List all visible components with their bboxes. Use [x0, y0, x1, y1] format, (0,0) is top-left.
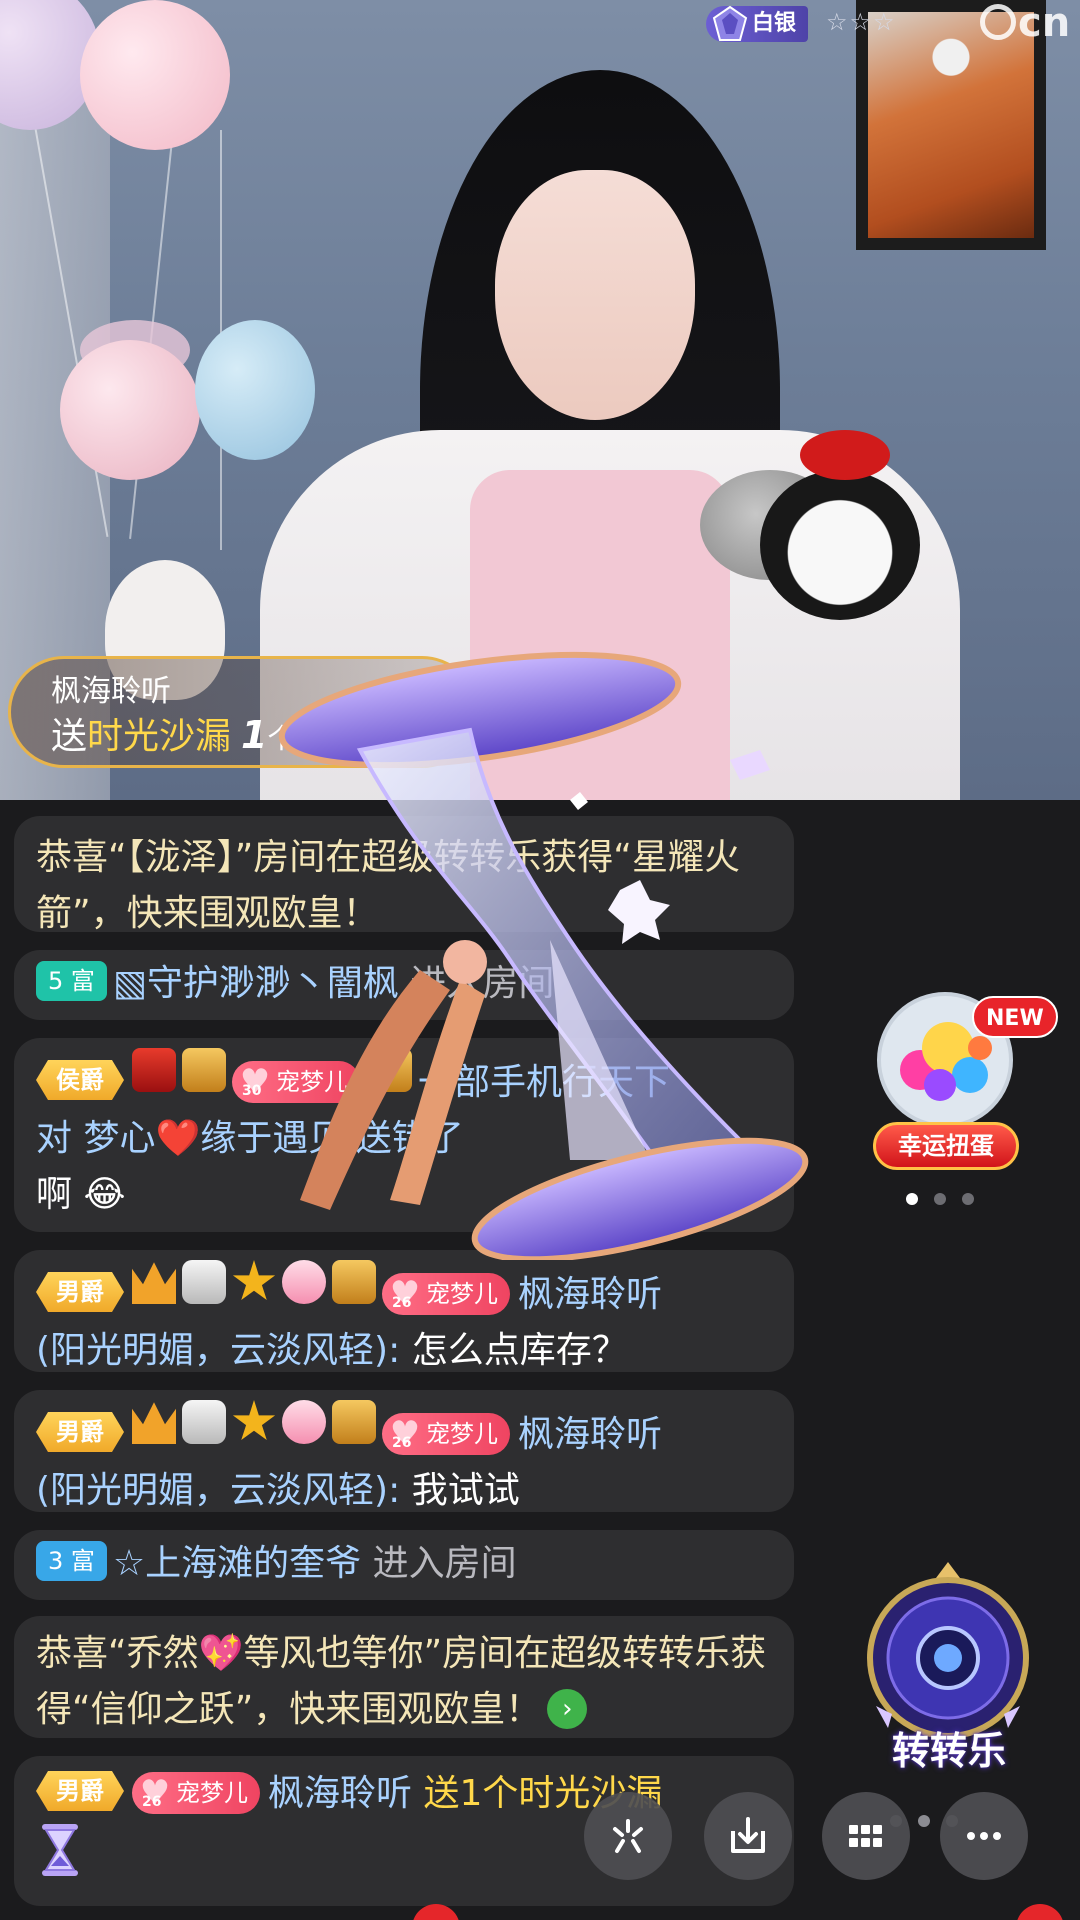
fan-club-badge: ♥ 26 宠梦儿 [382, 1413, 510, 1455]
noble-badge: 男爵 [36, 1771, 124, 1811]
chat-username[interactable]: 枫海聆听 [268, 1773, 412, 1814]
more-button[interactable] [940, 1792, 1028, 1880]
balloon [80, 0, 230, 150]
chat-message[interactable]: 男爵 ♥ 26 宠梦儿 枫海聆听 (阳光明媚，云淡风轻): 怎么点库存？ [14, 1250, 794, 1372]
carousel-dot [906, 1193, 918, 1205]
medal-silver-icon [182, 1260, 226, 1304]
share-button[interactable] [584, 1792, 672, 1880]
rank-stars: ☆☆☆ [826, 8, 897, 36]
hourglass-gift-icon [42, 1824, 78, 1876]
download-icon [731, 1817, 765, 1853]
fan-club-badge: ♥ 26 宠梦儿 [382, 1273, 510, 1315]
medal-gold-icon [332, 1400, 376, 1444]
star-medal-icon [232, 1400, 276, 1441]
chat-username[interactable]: 枫海聆听 [518, 1274, 662, 1315]
chat-message[interactable]: 男爵 ♥ 26 宠梦儿 枫海聆听 (阳光明媚，云淡风轻): 我试试 [14, 1390, 794, 1512]
rich-level-badge: 3 富 [36, 1541, 107, 1581]
medal-pink-icon [282, 1260, 326, 1304]
lucky-gacha-label[interactable]: 幸运扭蛋 [873, 1122, 1019, 1170]
rich-level-badge: 5 富 [36, 961, 107, 1001]
grid-icon [849, 1825, 882, 1847]
chat-gift-message[interactable]: 男爵 ♥ 26 宠梦儿 枫海聆听 送1个时光沙漏 [14, 1756, 794, 1906]
noble-badge: 男爵 [36, 1272, 124, 1312]
balloon [60, 340, 200, 480]
noble-badge: 侯爵 [36, 1060, 124, 1100]
chat-action: 进入房间 [372, 1543, 517, 1584]
download-button[interactable] [704, 1792, 792, 1880]
chat-content: 怎么点库存？ [411, 1330, 628, 1371]
plush-mouse [760, 470, 920, 620]
rank-label: 白银 [752, 11, 797, 36]
chat-enter-message[interactable]: 3 富 ☆上海滩的奎爷 进入房间 [14, 1530, 794, 1600]
chat-username-note: (阳光明媚，云淡风轻): [36, 1330, 401, 1371]
star-medal-icon [232, 1260, 276, 1301]
carousel-dot [962, 1193, 974, 1205]
watermark-logo-icon [980, 4, 1016, 40]
chat-username[interactable]: 枫海聆听 [518, 1414, 662, 1455]
fan-club-badge: ♥ 26 宠梦儿 [132, 1772, 260, 1814]
gift-banner-gift: 时光沙漏 [87, 716, 232, 757]
crown-icon [132, 1262, 176, 1304]
chat-username[interactable]: ☆上海滩的奎爷 [113, 1543, 361, 1584]
streamer-face [495, 170, 695, 420]
new-badge: NEW [972, 996, 1058, 1038]
medal-pink-icon [282, 1400, 326, 1444]
rank-badge[interactable]: 白银 [706, 5, 809, 42]
more-icon [967, 1832, 1001, 1840]
medal-silver-icon [182, 1400, 226, 1444]
noble-badge: 男爵 [36, 1412, 124, 1452]
chat-content: 我试试 [411, 1470, 520, 1511]
apps-button[interactable] [822, 1792, 910, 1880]
carousel-dot [934, 1193, 946, 1205]
zhuanzhuanle-label[interactable]: 转转乐 [864, 1720, 1034, 1775]
medal-red-icon [132, 1048, 176, 1092]
medal-gold-icon [182, 1048, 226, 1092]
page-dot [918, 1815, 930, 1827]
share-icon [613, 1819, 643, 1853]
crown-icon [132, 1402, 176, 1444]
platform-watermark: cn [980, 0, 1070, 46]
balloon [195, 320, 315, 460]
hourglass-gift-animation [278, 651, 809, 1260]
chat-system-message[interactable]: 恭喜“乔然💖等风也等你”房间在超级转转乐获得“信仰之跃”，快来围观欧皇！ › [14, 1616, 794, 1738]
medal-gold-icon [332, 1260, 376, 1304]
chat-username-note: (阳光明媚，云淡风轻): [36, 1470, 401, 1511]
arrow-right-icon[interactable]: › [547, 1689, 588, 1729]
plush-mouse-bow [800, 430, 890, 480]
gift-banner-count: 1 [241, 713, 268, 757]
widget-carousel-dots [906, 1190, 990, 1209]
chat-content: 啊 😂 [36, 1174, 126, 1215]
rank-gem-icon [712, 5, 748, 41]
